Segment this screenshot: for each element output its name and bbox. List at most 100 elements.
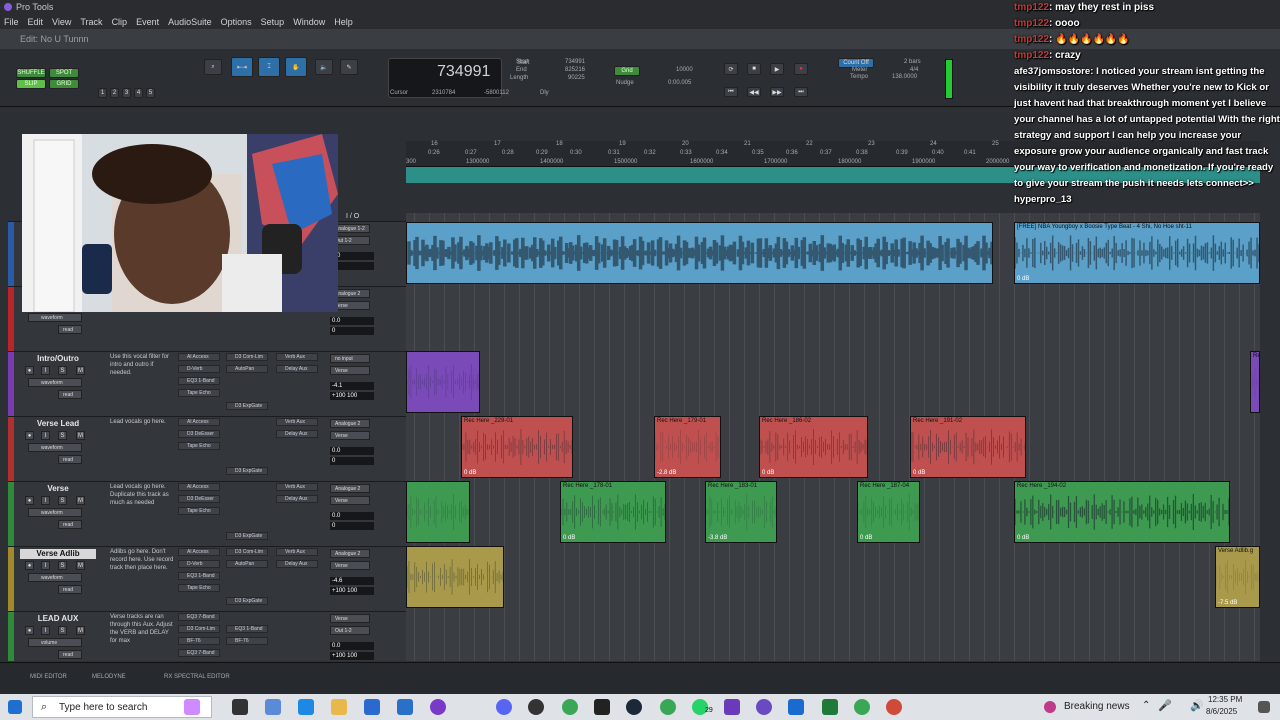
track-header[interactable]: Verse Lead ● I S Mwaveform read Lead vocals go…	[8, 416, 406, 481]
loop-record-button-icon[interactable]: ●	[794, 63, 808, 75]
task-view-icon[interactable]	[232, 699, 248, 715]
excel-icon[interactable]	[822, 699, 838, 715]
pencil-tool-icon[interactable]: ✎	[340, 59, 358, 75]
zoom-tool-icon[interactable]: ⌕	[204, 59, 222, 75]
track-header[interactable]: LEAD AUX ● I S Mvolume read Verse tracks are r…	[8, 611, 406, 661]
automation-mode[interactable]: read	[58, 520, 82, 529]
track-name[interactable]: Verse	[20, 484, 96, 494]
insert-slot[interactable]: D3 DeEsser	[178, 430, 220, 438]
track-header[interactable]: Verse Adlib ● I S Mwaveform read Adlibs go her…	[8, 546, 406, 611]
menu-track[interactable]: Track	[80, 17, 102, 27]
record-arm-icon[interactable]: ●	[25, 431, 34, 440]
solo-button[interactable]: S	[58, 496, 67, 505]
audio-clip[interactable]	[406, 222, 993, 284]
insert-slot[interactable]: EQ3 7-Band	[178, 649, 220, 657]
insert-slot[interactable]: Al Access	[178, 548, 220, 556]
volume-readout[interactable]: 0.0	[330, 512, 374, 520]
insert-slot[interactable]: Tape Echo	[178, 507, 220, 515]
track-view-selector[interactable]: waveform	[28, 443, 82, 452]
audio-clip[interactable]: Rec Here _178-01 0 dB	[560, 481, 666, 543]
zoom-preset-1[interactable]: 1	[98, 88, 107, 98]
menu-audiosuite[interactable]: AudioSuite	[168, 17, 212, 27]
start-value[interactable]: 734991	[565, 59, 585, 65]
insert-slot[interactable]: BF-76	[226, 637, 268, 645]
chrome-icon-3[interactable]	[854, 699, 870, 715]
tab-rx-spectral-editor[interactable]: RX SPECTRAL EDITOR	[164, 674, 230, 680]
audio-clip[interactable]: Rec Here _186-02 0 dB	[759, 416, 868, 478]
volume-icon[interactable]: 🔊	[1190, 699, 1204, 712]
grid-value[interactable]: 10000	[676, 67, 693, 73]
grid-value-label[interactable]: Grid	[614, 66, 640, 76]
mute-button[interactable]: M	[76, 366, 85, 375]
volume-readout[interactable]: -4.1	[330, 382, 374, 390]
insert-slot[interactable]: AutoPan	[226, 365, 268, 373]
solo-button[interactable]: S	[58, 431, 67, 440]
menu-edit[interactable]: Edit	[28, 17, 44, 27]
output-selector[interactable]: Verse	[330, 496, 370, 505]
menu-setup[interactable]: Setup	[261, 17, 285, 27]
chrome-icon[interactable]	[562, 699, 578, 715]
media-player-icon[interactable]	[528, 699, 544, 715]
clock-date[interactable]: 8/6/2025	[1206, 707, 1237, 716]
tray-chevron-icon[interactable]: ⌃	[1142, 700, 1150, 711]
zoom-preset-5[interactable]: 5	[146, 88, 155, 98]
solo-button[interactable]: S	[58, 366, 67, 375]
store-icon[interactable]	[364, 699, 380, 715]
audio-clip[interactable]: [FREE] NBA Youngboy x Boosie Type Beat -…	[1014, 222, 1260, 284]
input-selector[interactable]: Analogue 2	[330, 484, 370, 493]
copilot-icon[interactable]	[184, 699, 200, 715]
volume-readout[interactable]: -4.6	[330, 577, 374, 585]
audio-clip[interactable]: Verse Adlib.g -7.5 dB	[1215, 546, 1260, 608]
zoom-preset-2[interactable]: 2	[110, 88, 119, 98]
solo-button[interactable]: S	[58, 561, 67, 570]
output-selector[interactable]: Verse	[330, 561, 370, 570]
mute-button[interactable]: M	[76, 496, 85, 505]
audio-clip[interactable]	[406, 546, 504, 608]
record-arm-icon[interactable]: ●	[25, 561, 34, 570]
length-value[interactable]: 90225	[568, 75, 585, 81]
input-selector[interactable]: no input	[330, 354, 370, 363]
menu-help[interactable]: Help	[334, 17, 353, 27]
news-widget-text[interactable]: Breaking news	[1064, 701, 1130, 712]
mute-button[interactable]: M	[76, 431, 85, 440]
pan-readout[interactable]: 0	[330, 457, 374, 465]
output-selector[interactable]: Verse	[330, 366, 370, 375]
send-slot[interactable]: Verb Aux	[276, 548, 318, 556]
steam-icon[interactable]	[626, 699, 642, 715]
selector-tool-icon[interactable]: ⌶	[258, 57, 280, 77]
insert-slot[interactable]: D-Verb	[178, 560, 220, 568]
automation-mode[interactable]: read	[58, 390, 82, 399]
play-button-icon[interactable]: ▶	[770, 63, 784, 75]
notification-center-icon[interactable]	[1258, 701, 1270, 713]
pro-tools-icon[interactable]	[594, 699, 610, 715]
record-arm-icon[interactable]: ●	[25, 626, 34, 635]
input-monitor-icon[interactable]: I	[41, 366, 50, 375]
track-name[interactable]: Intro/Outro	[20, 354, 96, 364]
input-monitor-icon[interactable]: I	[41, 496, 50, 505]
insert-slot[interactable]: D3 DeEsser	[178, 495, 220, 503]
insert-slot[interactable]: D3 ExpGate	[226, 402, 268, 410]
output-selector[interactable]: Out 1-2	[330, 626, 370, 635]
end-button-icon[interactable]: ⏭	[794, 87, 808, 97]
menu-event[interactable]: Event	[136, 17, 159, 27]
track-name[interactable]: LEAD AUX	[20, 614, 96, 624]
end-value[interactable]: 825216	[565, 67, 585, 73]
send-slot[interactable]: Verb Aux	[276, 353, 318, 361]
track-view-selector[interactable]: waveform	[28, 313, 82, 322]
audio-clip[interactable]: Rec Here _179-01 -2.8 dB	[654, 416, 721, 478]
windows-start-icon[interactable]	[8, 700, 22, 714]
clock-time[interactable]: 12:35 PM	[1208, 695, 1242, 704]
audio-clip[interactable]: Rec Here _229-01 0 dB	[461, 416, 573, 478]
chrome-icon-4[interactable]	[886, 699, 902, 715]
nudge-value[interactable]: 0:00.005	[668, 80, 691, 86]
insert-slot[interactable]: D3 Com-Lim	[226, 548, 268, 556]
chrome-icon-2[interactable]	[660, 699, 676, 715]
input-monitor-icon[interactable]: I	[41, 431, 50, 440]
automation-mode[interactable]: read	[58, 585, 82, 594]
track-view-selector[interactable]: volume	[28, 638, 82, 647]
scrubber-tool-icon[interactable]: 🔈	[315, 59, 333, 75]
insert-slot[interactable]: D3 Com-Lim	[178, 625, 220, 633]
input-monitor-icon[interactable]: I	[41, 561, 50, 570]
send-slot[interactable]: Delay Aux	[276, 365, 318, 373]
grid-mode-button[interactable]: GRID	[49, 79, 79, 89]
